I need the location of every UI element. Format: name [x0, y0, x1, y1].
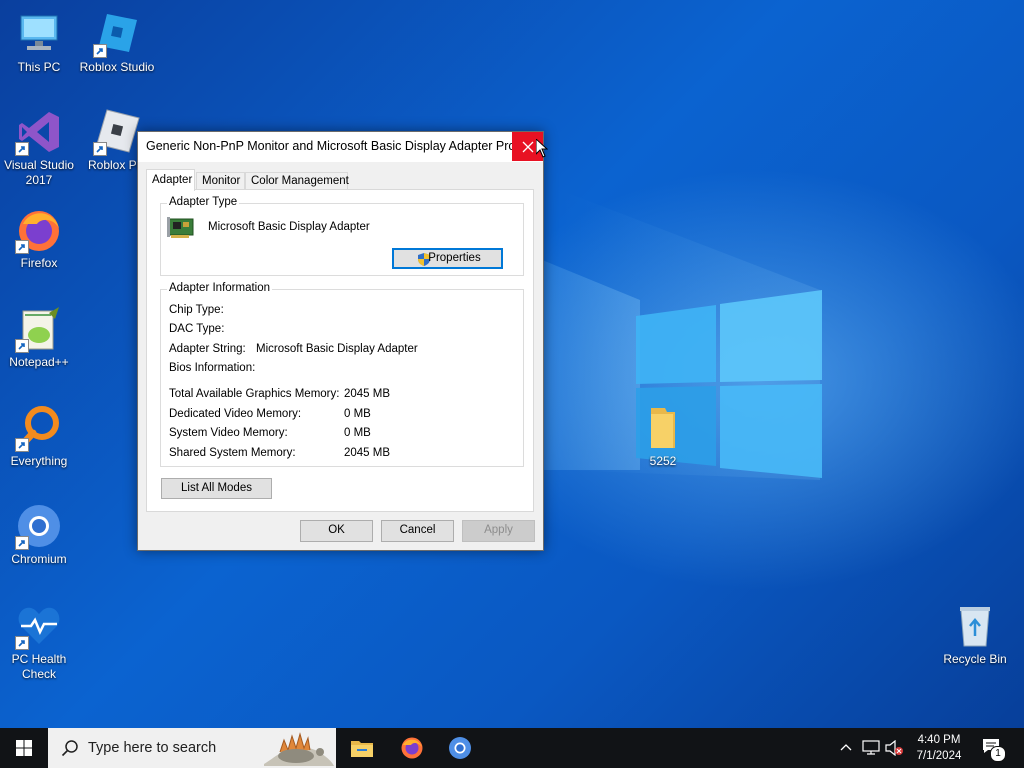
shortcut-arrow-icon	[15, 536, 29, 550]
dialog-title: Generic Non-PnP Monitor and Microsoft Ba…	[146, 139, 526, 153]
desktop-icon-label: 5252	[649, 454, 677, 468]
taskbar-chromium[interactable]	[436, 728, 484, 768]
adapter-tab-panel: Adapter Type Microsoft Basic Display Ada…	[146, 189, 534, 512]
shared-system-memory-value: 2045 MB	[344, 447, 391, 459]
folder-icon	[639, 404, 687, 452]
volume-muted-icon[interactable]	[884, 740, 904, 756]
desktop-icon-pc-health-check[interactable]: PC Health Check	[0, 602, 78, 682]
desktop: This PC Roblox Studio Visual Studio 2017…	[0, 0, 1024, 728]
apply-button[interactable]: Apply	[462, 520, 535, 542]
desktop-icon-firefox[interactable]: Firefox	[0, 206, 78, 271]
start-button[interactable]	[0, 728, 48, 768]
tab-adapter[interactable]: Adapter	[146, 169, 195, 191]
shortcut-arrow-icon	[15, 438, 29, 452]
shortcut-arrow-icon	[15, 142, 29, 156]
bios-information-label: Bios Information:	[169, 362, 256, 374]
taskbar-search-box[interactable]: Type here to search	[48, 728, 336, 768]
display-adapter-icon	[167, 217, 194, 238]
adapter-type-title: Adapter Type	[167, 196, 240, 208]
firefox-icon	[15, 206, 63, 254]
taskbar: Type here to search 4:40 PM 7/1/2024 1	[0, 728, 1024, 768]
desktop-icon-label: Everything	[10, 454, 68, 468]
desktop-icon-label: PC Health Check	[11, 652, 67, 681]
desktop-icon-chromium[interactable]: Chromium	[0, 502, 78, 567]
properties-button[interactable]: Properties	[392, 248, 503, 269]
clock-time: 4:40 PM	[917, 734, 961, 746]
search-icon	[61, 740, 78, 757]
desktop-icon-label: Chromium	[11, 552, 67, 566]
desktop-icon-label: Firefox	[20, 256, 58, 270]
adapter-string-label: Adapter String:	[169, 343, 246, 355]
list-all-modes-button[interactable]: List All Modes	[161, 478, 272, 499]
shortcut-arrow-icon	[15, 339, 29, 353]
dedicated-video-memory-value: 0 MB	[344, 408, 371, 420]
chip-type-label: Chip Type:	[169, 304, 224, 316]
windows-logo-icon	[16, 740, 32, 756]
roblox-player-icon	[93, 108, 141, 156]
display-adapter-properties-dialog: Generic Non-PnP Monitor and Microsoft Ba…	[137, 131, 544, 551]
search-highlight-dinosaur-icon	[264, 732, 334, 766]
desktop-icon-folder-5252[interactable]: 5252	[624, 404, 702, 469]
everything-search-icon	[15, 404, 63, 452]
adapter-information-group: Adapter Information Chip Type: DAC Type:…	[160, 282, 524, 467]
close-icon	[522, 141, 533, 152]
roblox-studio-icon	[93, 10, 141, 58]
search-placeholder: Type here to search	[88, 740, 217, 756]
tab-color-management[interactable]: Color Management	[245, 172, 349, 190]
notification-center-button[interactable]: 1	[980, 736, 1008, 762]
desktop-icon-everything[interactable]: Everything	[0, 404, 78, 469]
desktop-icon-label: This PC	[17, 60, 61, 74]
this-pc-icon	[15, 10, 63, 58]
clock-date: 7/1/2024	[916, 750, 962, 762]
chromium-icon	[15, 502, 63, 550]
total-graphics-memory-value: 2045 MB	[344, 388, 391, 400]
adapter-name: Microsoft Basic Display Adapter	[208, 221, 370, 233]
firefox-icon	[401, 737, 423, 759]
dac-type-label: DAC Type:	[169, 323, 225, 335]
desktop-icon-visual-studio[interactable]: Visual Studio 2017	[0, 108, 78, 188]
show-hidden-icons-chevron-icon[interactable]	[840, 742, 852, 754]
pc-health-check-icon	[15, 602, 63, 650]
adapter-string-value: Microsoft Basic Display Adapter	[256, 343, 418, 355]
desktop-icon-label: Roblox Studio	[79, 60, 155, 74]
tab-monitor[interactable]: Monitor	[196, 172, 245, 190]
system-clock[interactable]: 4:40 PM 7/1/2024	[906, 732, 972, 764]
properties-button-label: Properties	[428, 252, 481, 264]
notification-count-badge: 1	[990, 746, 1006, 762]
system-video-memory-label: System Video Memory:	[169, 427, 288, 439]
shortcut-arrow-icon	[15, 240, 29, 254]
desktop-icon-this-pc[interactable]: This PC	[0, 10, 78, 75]
network-icon[interactable]	[862, 740, 880, 756]
adapter-type-group: Adapter Type Microsoft Basic Display Ada…	[160, 196, 524, 276]
system-video-memory-value: 0 MB	[344, 427, 371, 439]
mouse-cursor-icon	[536, 139, 548, 158]
chromium-icon	[449, 737, 471, 759]
desktop-icon-notepad-plus-plus[interactable]: Notepad++	[0, 305, 78, 370]
desktop-icon-label: Notepad++	[9, 355, 69, 369]
desktop-icon-label: Visual Studio 2017	[4, 158, 74, 187]
shared-system-memory-label: Shared System Memory:	[169, 447, 296, 459]
desktop-icon-label: Recycle Bin	[943, 652, 1007, 666]
file-explorer-icon	[351, 741, 373, 757]
dialog-titlebar[interactable]: Generic Non-PnP Monitor and Microsoft Ba…	[138, 132, 543, 162]
desktop-icon-recycle-bin[interactable]: Recycle Bin	[936, 602, 1014, 667]
total-graphics-memory-label: Total Available Graphics Memory:	[169, 388, 340, 400]
cancel-button[interactable]: Cancel	[381, 520, 454, 542]
shortcut-arrow-icon	[93, 44, 107, 58]
adapter-information-title: Adapter Information	[167, 282, 273, 294]
ok-button[interactable]: OK	[300, 520, 373, 542]
desktop-icon-roblox-studio[interactable]: Roblox Studio	[78, 10, 156, 75]
recycle-bin-icon	[951, 602, 999, 650]
notepad-plus-plus-icon	[15, 305, 63, 353]
taskbar-firefox[interactable]	[388, 728, 436, 768]
shortcut-arrow-icon	[15, 636, 29, 650]
dedicated-video-memory-label: Dedicated Video Memory:	[169, 408, 302, 420]
shortcut-arrow-icon	[93, 142, 107, 156]
visual-studio-icon	[15, 108, 63, 156]
taskbar-file-explorer[interactable]	[338, 728, 386, 768]
